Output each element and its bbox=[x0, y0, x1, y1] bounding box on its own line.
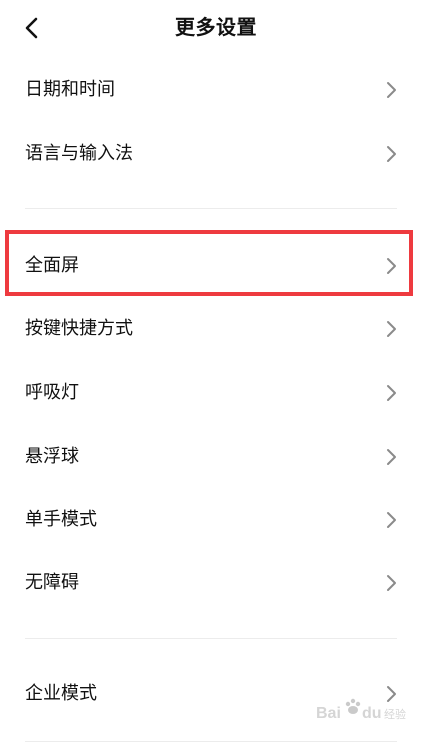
settings-item-enterprise-mode[interactable]: 企业模式 bbox=[0, 662, 432, 726]
settings-item-language-input[interactable]: 语言与输入法 bbox=[0, 122, 432, 186]
chevron-right-icon bbox=[387, 321, 396, 337]
chevron-right-icon bbox=[387, 686, 396, 702]
settings-item-label: 按键快捷方式 bbox=[25, 318, 133, 339]
section-divider bbox=[25, 741, 397, 742]
settings-item-one-hand-mode[interactable]: 单手模式 bbox=[0, 488, 432, 552]
chevron-right-icon bbox=[387, 146, 396, 162]
settings-item-key-shortcuts[interactable]: 按键快捷方式 bbox=[0, 297, 432, 361]
section-divider bbox=[25, 638, 397, 639]
settings-item-accessibility[interactable]: 无障碍 bbox=[0, 551, 432, 615]
settings-item-label: 无障碍 bbox=[25, 572, 79, 593]
chevron-right-icon bbox=[387, 82, 396, 98]
settings-item-full-screen[interactable]: 全面屏 bbox=[0, 234, 432, 298]
settings-item-label: 日期和时间 bbox=[25, 79, 115, 100]
settings-item-floating-ball[interactable]: 悬浮球 bbox=[0, 425, 432, 489]
chevron-right-icon bbox=[387, 512, 396, 528]
settings-item-label: 单手模式 bbox=[25, 509, 97, 530]
settings-item-label: 呼吸灯 bbox=[25, 382, 79, 403]
settings-item-breathing-light[interactable]: 呼吸灯 bbox=[0, 361, 432, 425]
settings-item-label: 全面屏 bbox=[25, 255, 79, 276]
chevron-right-icon bbox=[387, 575, 396, 591]
chevron-right-icon bbox=[387, 449, 396, 465]
chevron-right-icon bbox=[387, 258, 396, 274]
chevron-right-icon bbox=[387, 385, 396, 401]
page-title: 更多设置 bbox=[175, 15, 257, 39]
settings-item-label: 悬浮球 bbox=[25, 446, 79, 467]
settings-item-label: 语言与输入法 bbox=[25, 143, 133, 164]
settings-item-label: 企业模式 bbox=[25, 683, 97, 704]
top-bar: 更多设置 bbox=[0, 0, 432, 56]
settings-item-date-time[interactable]: 日期和时间 bbox=[0, 58, 432, 122]
section-divider bbox=[25, 208, 397, 209]
